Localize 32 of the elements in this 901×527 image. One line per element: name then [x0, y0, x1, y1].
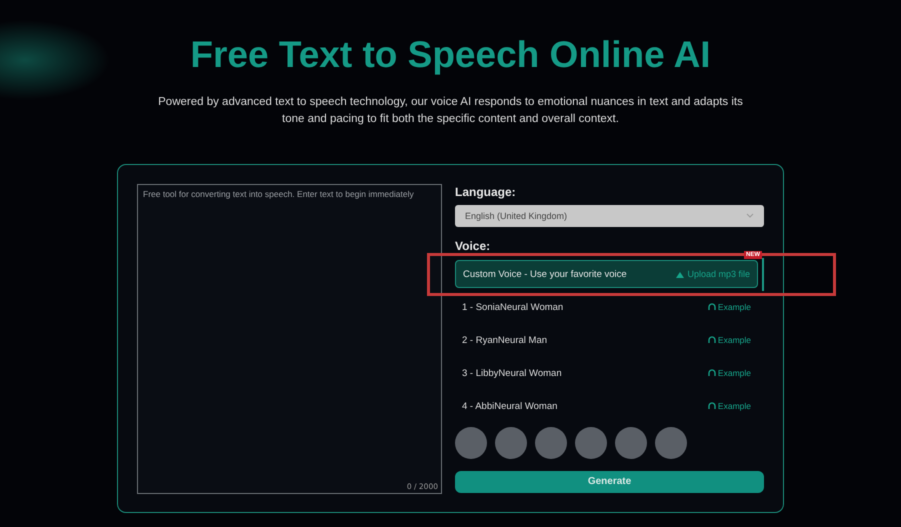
custom-voice-text: Custom Voice - Use your favorite voice — [463, 268, 627, 280]
voice-name: 4 - AbbiNeural Woman — [462, 400, 558, 412]
avatar-placeholder[interactable] — [655, 426, 687, 459]
example-link[interactable]: Example — [708, 401, 751, 412]
example-link[interactable]: Example — [708, 368, 751, 378]
scrollbar-thumb[interactable] — [762, 258, 764, 291]
avatar-placeholder[interactable] — [535, 426, 567, 459]
headphones-icon — [708, 369, 716, 378]
voice-option[interactable]: 2 - RyanNeural Man Example — [455, 324, 764, 357]
headphones-icon — [708, 336, 716, 344]
upload-icon — [676, 270, 684, 278]
page-subtitle: Powered by advanced text to speech technology, our voice AI responds to emotional nuances in text and adapts its tone and pacing to fit both the specific content and overall context. — [157, 95, 744, 127]
avatar-placeholder[interactable] — [495, 426, 527, 459]
avatar-placeholder[interactable] — [615, 426, 647, 459]
example-link[interactable]: Example — [708, 302, 751, 312]
language-select[interactable]: English (United Kingdom) — [455, 205, 764, 227]
avatar-placeholder[interactable] — [575, 426, 607, 459]
voice-option[interactable]: 1 - SoniaNeural Woman Example — [455, 290, 764, 324]
voice-name: 3 - LibbyNeural Woman — [462, 368, 562, 379]
chevron-down-icon — [746, 213, 754, 218]
headphones-icon — [708, 303, 716, 312]
voice-option[interactable]: 3 - LibbyNeural Woman Example — [455, 356, 764, 390]
voice-name: 1 - SoniaNeural Woman — [462, 302, 564, 313]
upload-link[interactable]: Upload mp3 file — [676, 269, 750, 280]
headphones-icon — [708, 402, 716, 410]
voice-name: 2 - RyanNeural Man — [462, 334, 548, 346]
page-title: Free Text to Speech Online AI — [190, 34, 711, 76]
example-link[interactable]: Example — [708, 335, 751, 346]
voice-label: Voice: — [455, 238, 490, 253]
language-label: Language: — [455, 185, 516, 199]
avatar-placeholder[interactable] — [455, 426, 487, 459]
voice-option[interactable]: 4 - AbbiNeural Woman Example — [455, 390, 764, 423]
